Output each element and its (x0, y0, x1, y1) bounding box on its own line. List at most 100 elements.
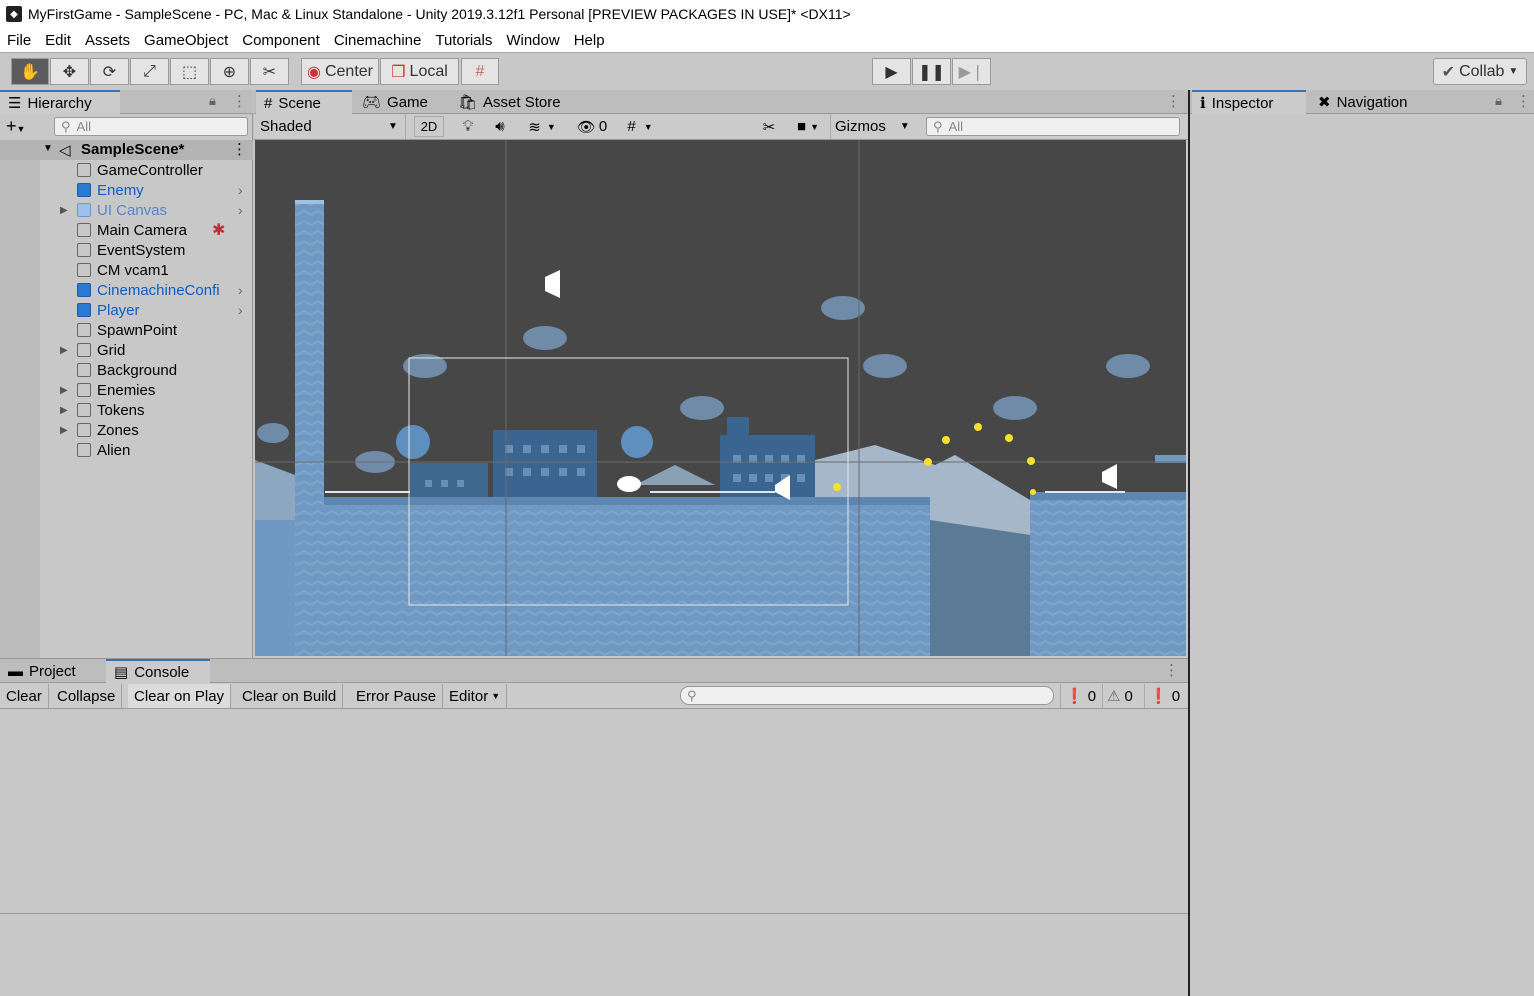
kebab-menu-icon[interactable]: ⋮ (232, 140, 247, 158)
hierarchy-item[interactable]: ▶ Grid (0, 340, 253, 360)
chevron-right-icon[interactable]: › (238, 182, 243, 198)
hierarchy-item[interactable]: ▶ Enemies (0, 380, 253, 400)
hierarchy-item[interactable]: EventSystem (0, 240, 253, 260)
snap-button[interactable]: # (461, 58, 499, 85)
clear-on-build-button[interactable]: Clear on Build (236, 684, 344, 708)
tab-console[interactable]: ▤ Console (106, 659, 210, 683)
tab-asset-store[interactable]: 🛍︎ Asset Store (450, 90, 570, 114)
grid-dropdown[interactable]: # ▼ (616, 116, 664, 137)
hierarchy-item-label: Enemies (97, 381, 156, 399)
collapse-button[interactable]: Collapse (51, 684, 123, 708)
console-search-input[interactable]: ⚲ (680, 686, 1054, 705)
expand-arrow-icon[interactable]: ▶ (60, 345, 68, 356)
chevron-right-icon[interactable]: › (238, 302, 243, 318)
chevron-down-icon: ▼ (899, 121, 910, 132)
pivot-center-button[interactable]: ◉ Center (301, 58, 379, 85)
hidden-objects-toggle[interactable]: 👁︎ 0 (572, 116, 612, 137)
scene-search-input[interactable]: ⚲ All (926, 117, 1180, 136)
menu-help[interactable]: Help (567, 32, 612, 49)
kebab-menu-icon[interactable]: ⋮ (1164, 661, 1179, 679)
menu-window[interactable]: Window (499, 32, 566, 49)
hierarchy-item[interactable]: ▶ Tokens (0, 400, 253, 420)
tab-game[interactable]: 🎮︎ Game (354, 90, 448, 114)
custom-tool-button[interactable]: ✂ (250, 58, 289, 85)
message-count: 0 (1171, 687, 1181, 705)
pause-button[interactable]: ❚❚ (912, 58, 951, 85)
chevron-right-icon[interactable]: › (238, 282, 243, 298)
hierarchy-item[interactable]: Main Camera ✱ (0, 220, 253, 240)
kebab-menu-icon[interactable]: ⋮ (232, 92, 247, 110)
hierarchy-item[interactable]: CinemachineConfi › (0, 280, 253, 300)
hierarchy-tab-label: Hierarchy (27, 94, 92, 112)
hierarchy-item[interactable]: CM vcam1 (0, 260, 253, 280)
audio-toggle[interactable]: 🔊︎ (486, 116, 514, 137)
lock-icon[interactable]: 🔒︎ (209, 93, 216, 109)
hierarchy-item[interactable]: SpawnPoint (0, 320, 253, 340)
menu-edit[interactable]: Edit (38, 32, 78, 49)
rotate-tool-button[interactable]: ⟳ (90, 58, 129, 85)
expand-arrow-icon[interactable]: ▶ (60, 425, 68, 436)
console-splitter[interactable] (0, 913, 1188, 914)
expand-arrow-icon[interactable]: ▶ (60, 385, 68, 396)
hierarchy-item[interactable]: Background (0, 360, 253, 380)
2d-toggle[interactable]: 2D (414, 116, 444, 137)
shading-mode-dropdown[interactable]: Shaded ▼ (254, 114, 406, 139)
menu-gameobject[interactable]: GameObject (137, 32, 235, 49)
building (727, 417, 749, 437)
tab-project[interactable]: ▬ Project (0, 659, 104, 683)
hierarchy-item[interactable]: ▶ Zones (0, 420, 253, 440)
scale-tool-button[interactable]: ⤢ (130, 58, 169, 85)
move-tool-button[interactable]: ✥ (50, 58, 89, 85)
tab-scene[interactable]: # Scene (256, 90, 352, 114)
scene-tabs-header: # Scene 🎮︎ Game 🛍︎ Asset Store ⋮ (254, 90, 1188, 114)
chevron-right-icon[interactable]: › (238, 202, 243, 218)
error-pause-button[interactable]: Error Pause (350, 684, 444, 708)
tab-navigation[interactable]: ✖ Navigation (1310, 90, 1430, 114)
tab-inspector[interactable]: ℹ Inspector (1192, 90, 1306, 114)
hierarchy-item[interactable]: Enemy › (0, 180, 253, 200)
lighting-toggle[interactable]: 💡︎ (454, 116, 482, 137)
collab-button[interactable]: ✔ Collab ▼ (1433, 58, 1527, 85)
menu-file[interactable]: File (0, 32, 38, 49)
error-count: 0 (1087, 687, 1097, 705)
scene-row[interactable]: ▼ ◁ SampleScene* ⋮ (0, 140, 253, 160)
hierarchy-item[interactable]: Player › (0, 300, 253, 320)
clear-on-play-button[interactable]: Clear on Play (128, 684, 232, 708)
expand-arrow-icon[interactable]: ▶ (60, 405, 68, 416)
gameobject-cube-icon (77, 243, 91, 257)
error-count-toggle[interactable]: ❗ 0 (1060, 684, 1100, 708)
menu-component[interactable]: Component (235, 32, 327, 49)
lock-icon[interactable]: 🔒︎ (1495, 93, 1502, 109)
hierarchy-item[interactable]: ▶ UI Canvas › (0, 200, 253, 220)
hand-tool-button[interactable]: ✋ (11, 58, 49, 85)
menu-tutorials[interactable]: Tutorials (428, 32, 499, 49)
menu-cinemachine[interactable]: Cinemachine (327, 32, 429, 49)
menu-assets[interactable]: Assets (78, 32, 137, 49)
step-button[interactable]: ▶❘ (952, 58, 991, 85)
list-icon: ☰ (8, 95, 22, 112)
editor-dropdown[interactable]: Editor ▼ (443, 684, 508, 708)
rect-tool-button[interactable]: ⬚ (170, 58, 209, 85)
kebab-menu-icon[interactable]: ⋮ (1516, 92, 1531, 110)
warning-count-toggle[interactable]: ⚠ 0 (1102, 684, 1142, 708)
message-count-toggle[interactable]: ❗ 0 (1144, 684, 1186, 708)
expand-arrow-icon[interactable]: ▶ (60, 205, 68, 216)
effects-dropdown[interactable]: ≋ ▼ (518, 116, 566, 137)
hierarchy-item[interactable]: GameController (0, 160, 253, 180)
add-object-button[interactable]: +▼ (6, 117, 25, 138)
gameobject-cube-icon (77, 403, 91, 417)
tab-hierarchy[interactable]: ☰ Hierarchy (0, 90, 120, 114)
hierarchy-search-input[interactable]: ⚲ All (54, 117, 248, 136)
kebab-menu-icon[interactable]: ⋮ (1166, 92, 1181, 110)
expand-arrow-icon[interactable]: ▼ (43, 143, 53, 154)
transform-tool-button[interactable]: ⊕ (210, 58, 249, 85)
hierarchy-item[interactable]: Alien (0, 440, 253, 460)
camera-dropdown[interactable]: ■ ▼ (788, 116, 828, 137)
scene-viewport[interactable] (255, 140, 1186, 656)
project-tab-label: Project (29, 662, 76, 680)
gizmos-dropdown[interactable]: Gizmos ▼ (830, 114, 918, 139)
clear-button[interactable]: Clear (0, 684, 49, 708)
space-local-button[interactable]: ❒ Local (380, 58, 459, 85)
scene-tools-button[interactable]: ✂ (756, 116, 782, 137)
play-button[interactable]: ▶ (872, 58, 911, 85)
